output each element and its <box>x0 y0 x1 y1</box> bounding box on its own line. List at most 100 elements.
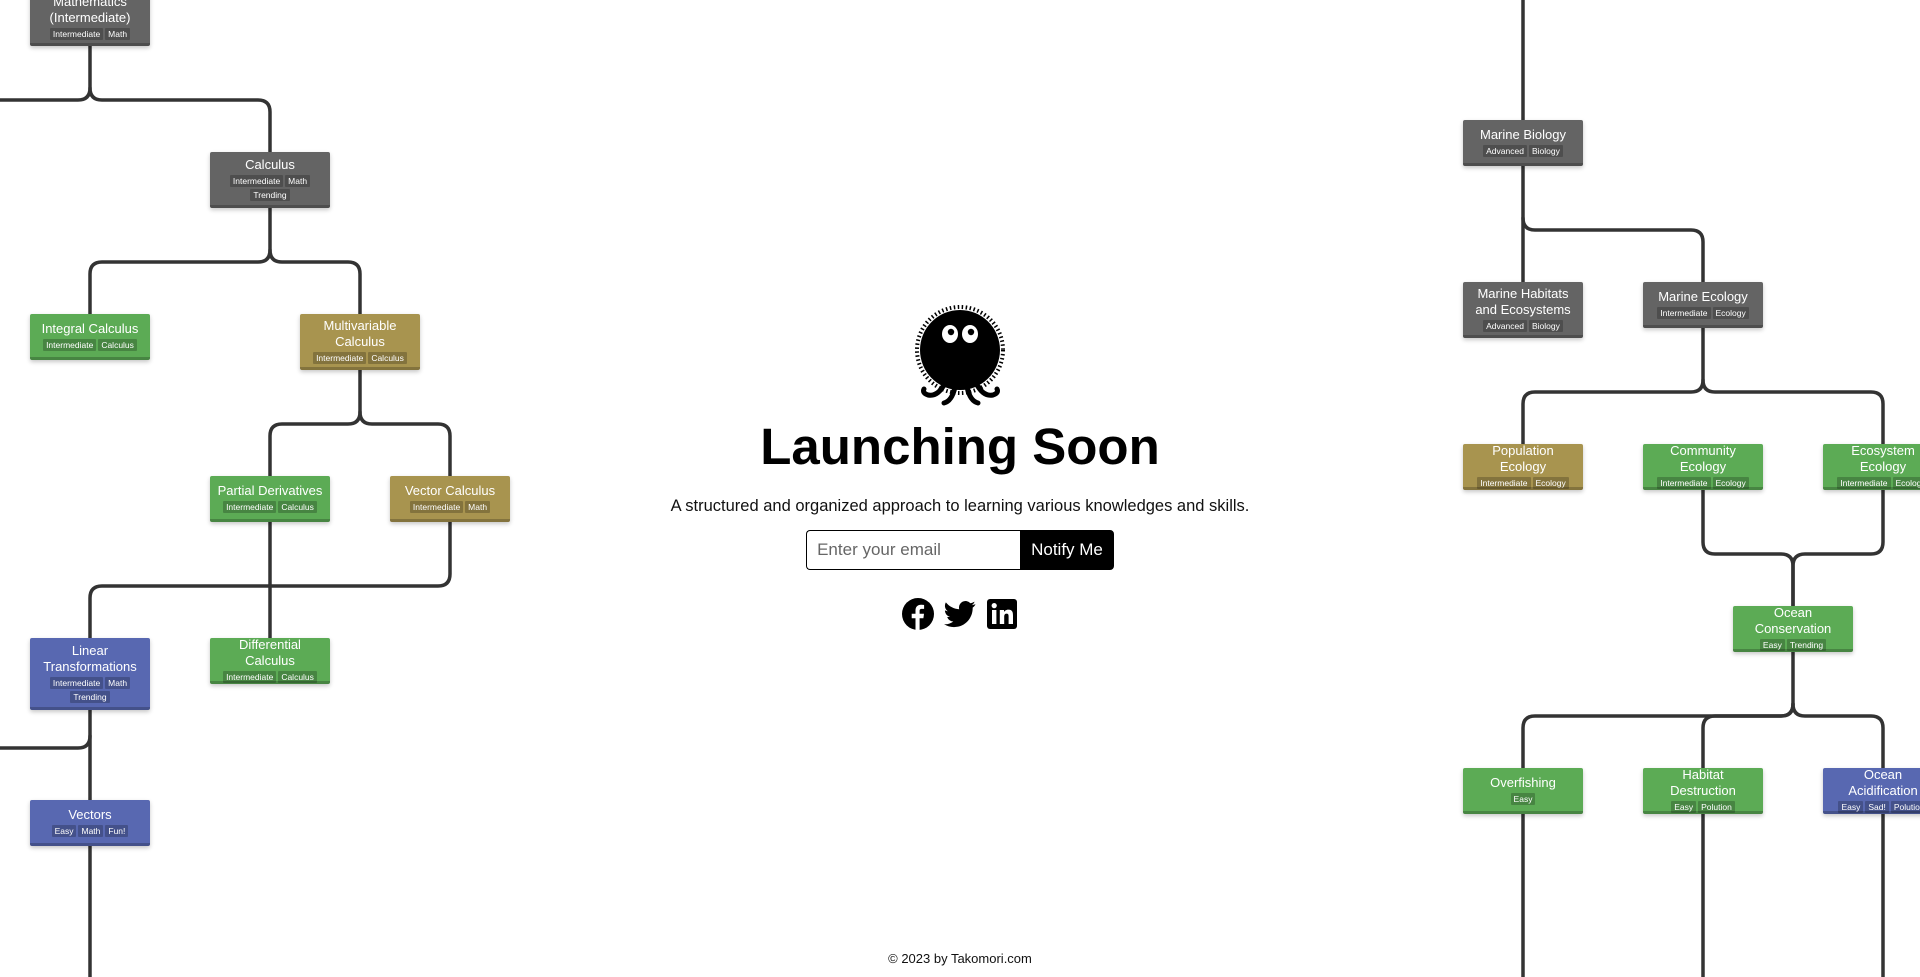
skill-node-title: Integral Calculus <box>41 321 139 336</box>
social-links <box>660 598 1260 630</box>
skill-node-title: Population Ecology <box>1492 443 1554 474</box>
email-field[interactable] <box>806 530 1021 570</box>
connector <box>1791 702 1885 772</box>
skill-tag: Trending <box>1786 639 1827 651</box>
skill-node-title: Ocean Conservation <box>1754 605 1832 636</box>
connector <box>88 204 272 318</box>
skill-node-title: Community Ecology <box>1670 443 1736 474</box>
skill-node-linear-transformations[interactable]: Linear Transformations Intermediate Math Tr… <box>30 638 150 710</box>
connector <box>1791 484 1885 610</box>
skill-node-marine-biology[interactable]: Marine Biology Advanced Biology <box>1463 120 1583 166</box>
skill-node-tags: Easy Trending <box>1759 639 1827 651</box>
skill-node-tags: Intermediate Math <box>409 501 491 513</box>
skill-node-population-ecology[interactable]: Population Ecology Intermediate Ecology <box>1463 443 1583 490</box>
skill-tag: Math <box>105 677 131 689</box>
skill-tag: Ecology <box>1712 307 1749 319</box>
skill-node-calculus[interactable]: Calculus Intermediate Math Trending <box>210 152 330 208</box>
skill-node-tags: IntermediateEcology <box>1657 307 1749 319</box>
tagline: A structured and organized approach to l… <box>670 497 1250 515</box>
connector <box>88 86 272 156</box>
skill-tag: Sad! <box>1865 801 1889 813</box>
skill-node-title: Habitat Destruction <box>1670 767 1736 798</box>
skill-node-differential-calculus[interactable]: Differential Calculus Intermediate Calculu… <box>210 637 330 684</box>
skill-tag: Easy <box>1838 801 1864 813</box>
skill-node-vectors[interactable]: Vectors Easy Math Fun! <box>30 800 150 846</box>
skill-node-tags: IntermediateEcology <box>1657 477 1749 489</box>
skill-node-title: Differential Calculus <box>239 637 301 668</box>
skill-tag: Advanced <box>1483 145 1527 157</box>
skill-node-marine-habitats[interactable]: Marine Habitats and Ecosystems Advanced Bi… <box>1463 282 1583 338</box>
skill-tag: Math <box>285 175 311 187</box>
skill-node-tags: Intermediate Calculus <box>223 671 317 683</box>
skill-node-partial-derivatives[interactable]: Partial Derivatives Intermediate Calculus <box>210 476 330 522</box>
skill-node-habitat-destruction[interactable]: Habitat Destruction Easy Polution <box>1643 767 1763 814</box>
skill-node-title: Calculus <box>245 157 295 172</box>
connector <box>1521 322 1705 448</box>
skill-tag: Trending <box>250 189 290 201</box>
skill-node-mathematics-intermediate[interactable]: Mathematics (Intermediate) Intermediate Ma… <box>30 0 150 46</box>
skill-tag: Biology <box>1528 320 1563 332</box>
skill-node-overfishing[interactable]: Overfishing Easy <box>1463 768 1583 814</box>
skill-tag: Fun! <box>105 825 129 837</box>
skill-tag: Intermediate <box>223 671 277 683</box>
skill-node-title: Linear Transformations <box>43 643 137 674</box>
launch-hero: Launching Soon A structured and organize… <box>660 305 1260 630</box>
skill-node-title: Ecosystem Ecology <box>1851 443 1915 474</box>
skill-node-tags: Intermediate Calculus <box>313 352 407 364</box>
connector <box>1701 484 1795 610</box>
connector <box>1701 378 1885 448</box>
skill-node-title: Multivariable Calculus <box>323 318 397 349</box>
page-title: Launching Soon <box>760 418 1160 475</box>
connector <box>1521 646 1795 772</box>
skill-node-tags: Intermediate Math Trending <box>36 677 144 703</box>
skill-tag: Calculus <box>278 671 317 683</box>
twitter-icon[interactable] <box>944 598 976 630</box>
footer-copyright: © 2023 by Takomori.com <box>888 951 1032 966</box>
notify-me-button[interactable]: Notify Me <box>1020 530 1114 570</box>
signup-form: Notify Me <box>660 530 1260 570</box>
skill-node-tags: Easy Polution <box>1671 801 1735 813</box>
skill-node-tags: Advanced Biology <box>1483 145 1563 157</box>
skill-node-ocean-acidification[interactable]: Ocean Acidification EasySad!Polution <box>1823 767 1920 814</box>
skill-tag: Intermediate <box>43 339 97 351</box>
skill-node-vector-calculus[interactable]: Vector Calculus Intermediate Math <box>390 476 510 522</box>
skill-tag: Calculus <box>368 352 407 364</box>
skill-node-title: Marine Ecology <box>1658 289 1748 304</box>
skill-node-title: Marine Biology <box>1480 127 1566 142</box>
skill-tag: Trending <box>70 691 110 703</box>
skill-tag: Intermediate <box>223 501 277 513</box>
facebook-icon[interactable] <box>902 598 934 630</box>
connector <box>268 366 362 480</box>
skill-node-multivariable-calculus[interactable]: Multivariable Calculus Intermediate Calcul… <box>300 314 420 370</box>
skill-node-title: Vector Calculus <box>404 483 496 498</box>
skill-node-tags: IntermediateEcology <box>1477 477 1569 489</box>
skill-tag: Calculus <box>278 501 317 513</box>
skill-node-title: Partial Derivatives <box>217 483 323 498</box>
skill-tag: Intermediate <box>1477 477 1531 489</box>
skill-node-tags: Intermediate Calculus <box>43 339 137 351</box>
skill-node-title: Vectors <box>68 807 112 822</box>
skill-tag: Intermediate <box>1657 477 1711 489</box>
skill-node-ocean-conservation[interactable]: Ocean Conservation Easy Trending <box>1733 605 1853 652</box>
skill-node-ecosystem-ecology[interactable]: Ecosystem Ecology IntermediateEcology <box>1823 443 1920 490</box>
skill-node-tags: Intermediate Math <box>49 28 131 40</box>
linkedin-icon[interactable] <box>986 598 1018 630</box>
skill-node-title: Ocean Acidification <box>1848 767 1918 798</box>
skill-tag: Polution <box>1890 801 1920 813</box>
skill-node-integral-calculus[interactable]: Integral Calculus Intermediate Calculus <box>30 314 150 360</box>
skill-node-tags: EasySad!Polution <box>1838 801 1920 813</box>
skill-tag: Ecology <box>1892 477 1920 489</box>
skill-node-tags: Advanced Biology <box>1483 320 1563 332</box>
connector <box>1701 702 1795 772</box>
connector <box>268 248 362 318</box>
skill-node-community-ecology[interactable]: Community Ecology Intermediate Ecology <box>1643 443 1763 490</box>
skill-node-tags: Easy <box>1510 793 1536 805</box>
skill-node-marine-ecology[interactable]: Marine Ecology Intermediate Ecology <box>1643 282 1763 328</box>
skill-tag: Easy <box>1759 639 1785 651</box>
skill-tag: Intermediate <box>229 175 284 187</box>
skill-node-tags: Easy Math Fun! <box>51 825 129 837</box>
skill-node-title: Mathematics (Intermediate) <box>49 0 131 25</box>
skill-tag: Easy <box>1510 793 1536 805</box>
connector <box>1521 216 1705 286</box>
skill-tag: Intermediate <box>49 28 104 40</box>
